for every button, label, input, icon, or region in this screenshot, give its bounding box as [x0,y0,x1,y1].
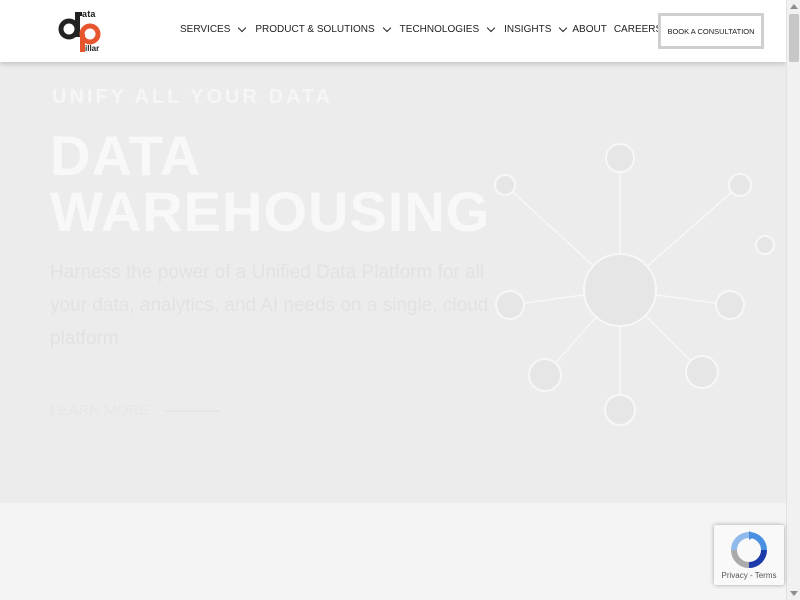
scroll-up-arrow-icon[interactable] [790,4,798,9]
nav-item-product-solutions[interactable]: PRODUCT & SOLUTIONS [255,23,399,35]
arrow-line-icon [165,409,221,412]
nav-label: INSIGHTS [504,24,552,35]
recaptcha-icon [731,531,767,568]
chevron-down-icon[interactable] [559,23,568,32]
nav-label: ABOUT [572,24,607,35]
data-network-illustration [494,143,775,426]
hero-description: Harness the power of a Unified Data Plat… [50,262,489,349]
hero-title-line2: WAREHOUSING [50,180,491,243]
learn-more-link[interactable]: LEARN MORE [50,402,221,419]
recaptcha-links: Privacy - Terms [714,571,784,580]
hero-title-line1: DATA [50,124,202,187]
nav-label: TECHNOLOGIES [399,24,480,35]
main-nav: SERVICES PRODUCT & SOLUTIONS TECHNOLOGIE… [180,23,662,35]
recaptcha-badge[interactable]: Privacy - Terms [714,525,784,585]
chevron-down-icon[interactable] [486,23,496,32]
learn-more-label: LEARN MORE [50,402,150,419]
hero-title: DATA WAREHOUSING [50,128,490,240]
site-header: ata illar SERVICES PRODUCT & SOLUTIONS T… [0,0,786,62]
scrollbar-thumb[interactable] [789,14,799,62]
hero-section: UNIFY ALL YOUR DATA DATA WAREHOUSING Har… [0,0,800,503]
chevron-down-icon[interactable] [382,23,391,32]
nav-item-careers[interactable]: CAREERS [614,24,662,35]
book-consultation-button[interactable]: BOOK A CONSULTATION [658,13,764,49]
recaptcha-separator: - [749,571,753,580]
hero-eyebrow: UNIFY ALL YOUR DATA [52,86,334,108]
logo-text-top: ata [82,9,96,19]
nav-item-insights[interactable]: INSIGHTS [504,23,572,35]
nav-label: PRODUCT & SOLUTIONS [255,24,375,35]
nav-label: CAREERS [613,24,663,35]
nav-item-technologies[interactable]: TECHNOLOGIES [399,23,504,35]
content-section [0,503,800,600]
recaptcha-privacy-link[interactable]: Privacy [722,571,748,580]
datapillar-logo[interactable]: ata illar [58,8,108,54]
recaptcha-terms-link[interactable]: Terms [755,571,777,580]
nav-label: SERVICES [180,24,231,35]
logo-text-bottom: illar [85,44,100,53]
nav-item-about[interactable]: ABOUT [572,24,606,35]
scrollbar[interactable] [786,0,800,600]
nav-item-services[interactable]: SERVICES [180,23,255,35]
scroll-down-arrow-icon[interactable] [790,591,798,596]
chevron-down-icon[interactable] [238,23,247,32]
